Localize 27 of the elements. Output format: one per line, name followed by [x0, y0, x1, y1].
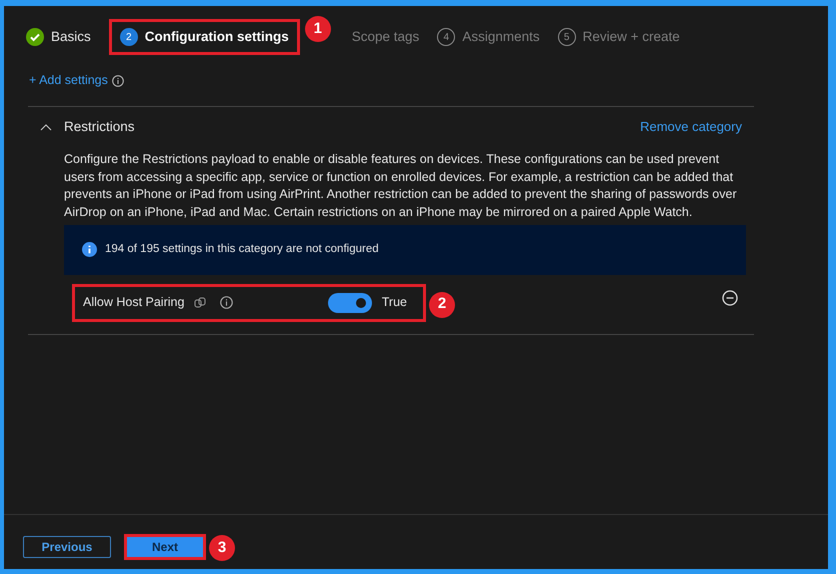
info-icon [112, 74, 124, 87]
link-icon [194, 296, 206, 308]
wizard-step[interactable]: Basics [26, 27, 91, 48]
description-text: Configure the Restrictions payload to enable or disable features on devices. These configurations can be used prevent users from accessing a specific app, service or function on enrolled devices. For example, a restriction can be added that prevents an iPhone or iPad from using AirPrint. Another restriction can be added to prevent the sharing of passwords over AirDrop on an iPhone, iPad and Mac. Certain restrictions on an iPhone may be mirrored on a paired Apple Watch. [63, 151, 738, 221]
callout-badge: 2 [429, 292, 455, 318]
setting-label: Allow Host Pairing [83, 294, 184, 312]
info-text: 194 of 195 settings in this category are not configured [105, 242, 379, 258]
remove-category-link[interactable]: Remove category [640, 117, 742, 137]
category-title: Restrictions [64, 118, 135, 136]
next-button[interactable]: Next [127, 537, 203, 557]
wizard-step[interactable]: Scope tags [352, 27, 420, 48]
wizard-step[interactable]: 4 Assignments [437, 27, 540, 48]
setting-value: True [382, 294, 407, 312]
callout-badge: 3 [209, 535, 235, 561]
add-settings-link[interactable]: + Add settings [29, 71, 108, 90]
callout-badge: 1 [304, 16, 331, 42]
toggle-switch[interactable] [328, 292, 372, 312]
info-icon [82, 242, 97, 258]
remove-icon[interactable] [722, 290, 738, 306]
check-icon [26, 28, 44, 46]
previous-button[interactable]: Previous [23, 536, 111, 558]
step-number: 5 [558, 28, 576, 46]
step-number: 4 [437, 28, 456, 46]
info-icon [220, 296, 234, 309]
step-number: 2 [120, 28, 138, 46]
chevron-icon[interactable] [40, 123, 52, 132]
wizard-step[interactable]: 5 Review + create [558, 27, 680, 48]
